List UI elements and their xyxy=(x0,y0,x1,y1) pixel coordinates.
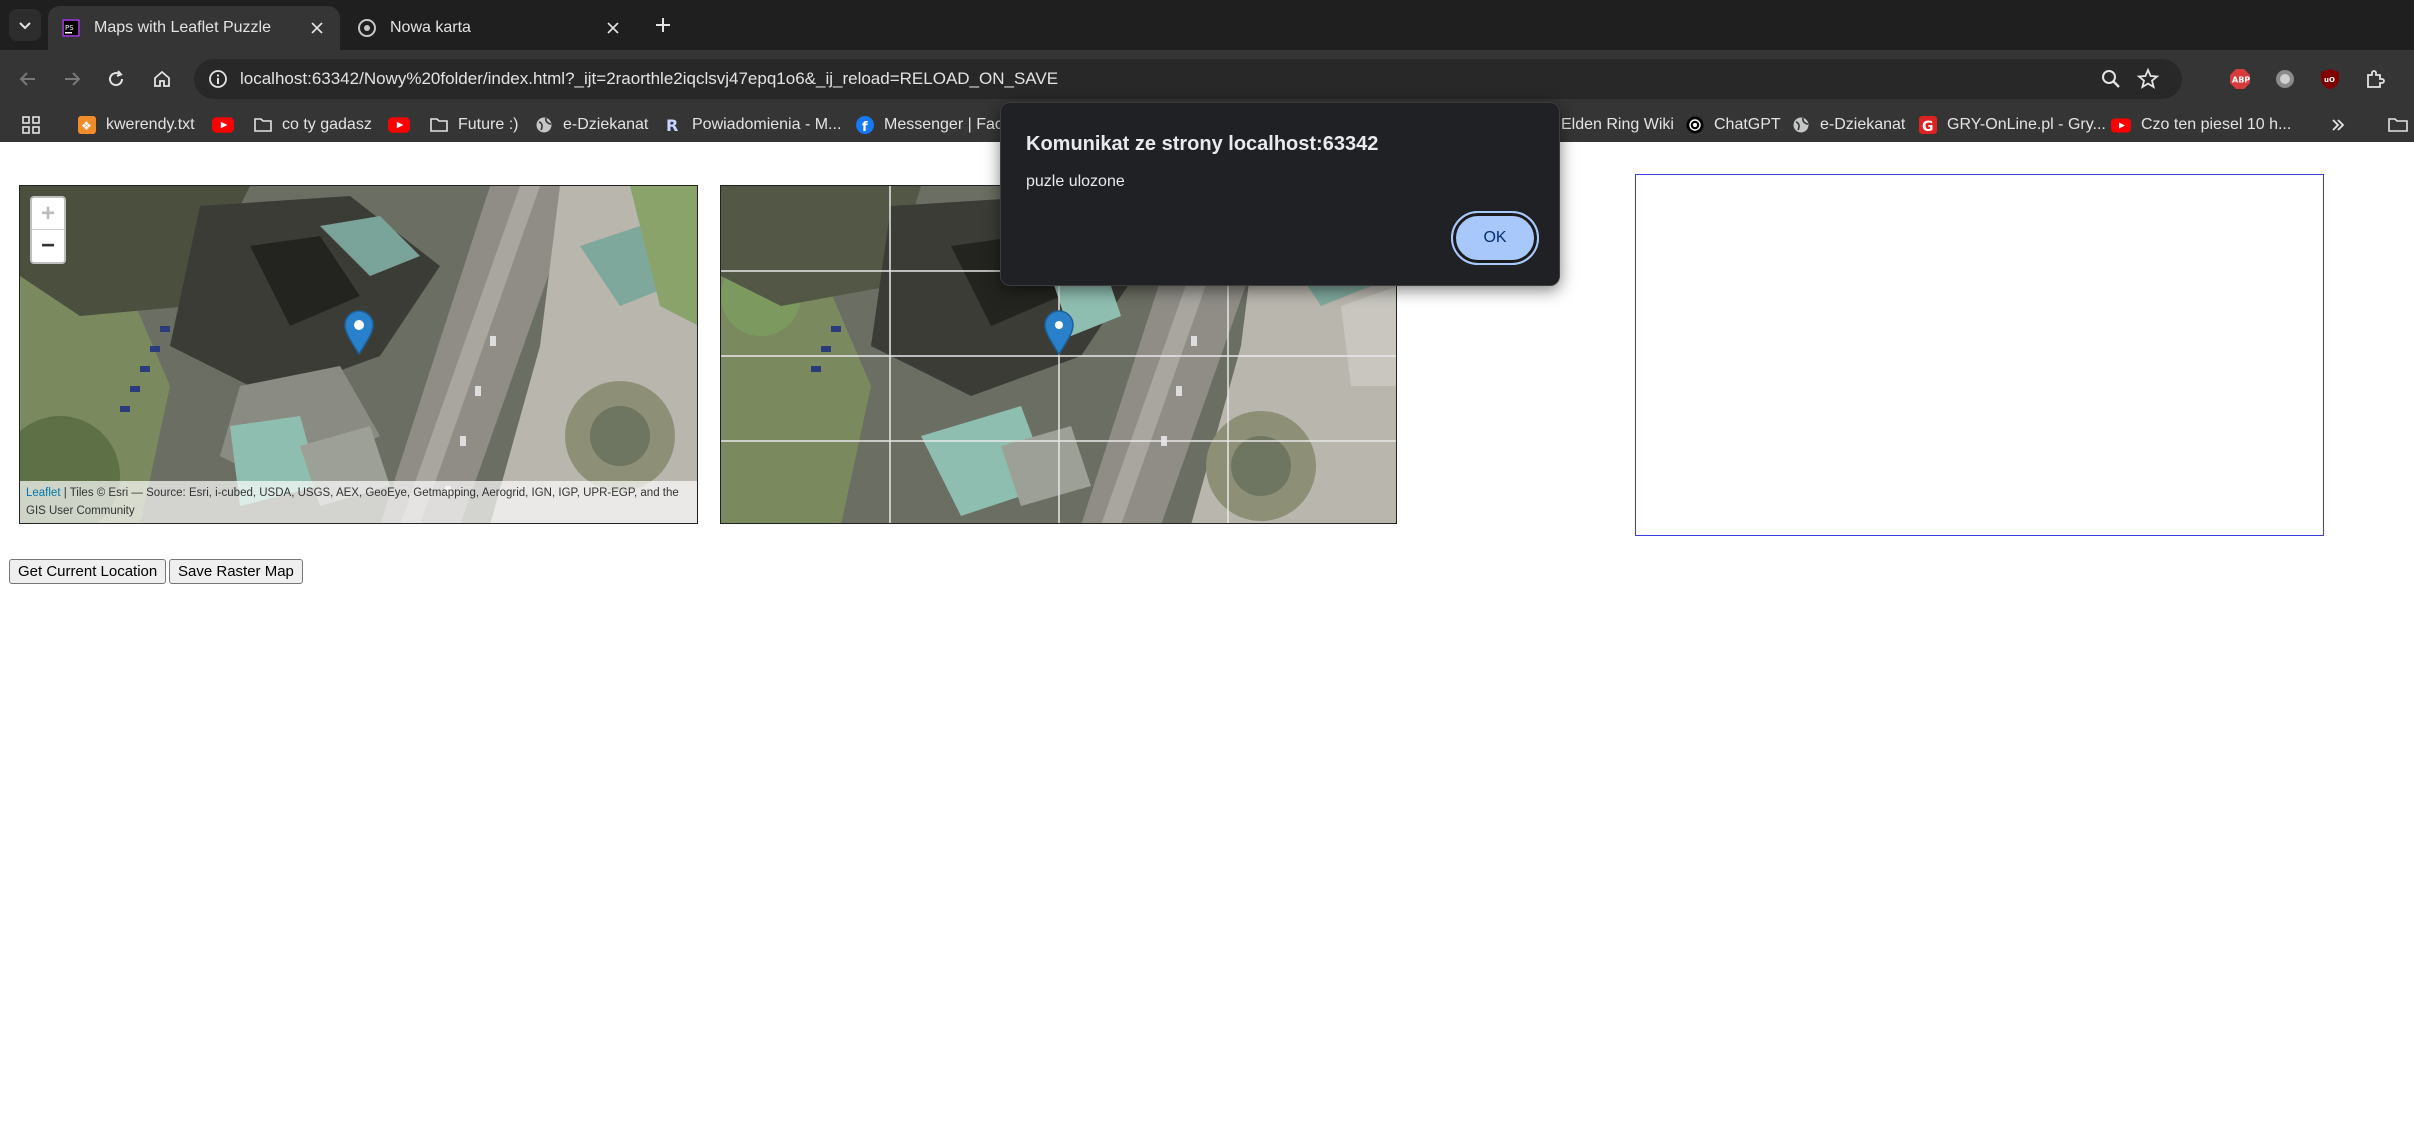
zoom-out-button[interactable]: − xyxy=(32,230,64,262)
bookmark-item[interactable]: e-Dziekanat xyxy=(1792,114,1905,136)
facebook-icon: f xyxy=(856,116,874,134)
dialog-message: puzle ulozone xyxy=(1026,173,1125,190)
leaflet-link[interactable]: Leaflet xyxy=(26,487,61,499)
more-bookmarks-button[interactable] xyxy=(2330,114,2346,136)
bookmark-item[interactable]: f Messenger | Facel xyxy=(856,114,1015,136)
folder-icon xyxy=(254,118,272,132)
double-chevron-right-icon xyxy=(2332,119,2345,131)
bookmark-item[interactable]: ❖ kwerendy.txt xyxy=(78,114,195,136)
extension-circle-icon[interactable] xyxy=(2273,67,2297,91)
tab-strip: PS Maps with Leaflet Puzzle Nowa karta xyxy=(0,0,2414,50)
youtube-icon xyxy=(2111,118,2131,132)
zoom-icon[interactable] xyxy=(2100,68,2122,90)
bookmark-folder[interactable]: co ty gadasz xyxy=(254,114,372,136)
zoom-control: + − xyxy=(30,196,66,264)
map-marker-icon[interactable] xyxy=(343,310,375,356)
forward-button[interactable] xyxy=(58,65,86,93)
home-button[interactable] xyxy=(148,65,176,93)
tab-new-tab[interactable]: Nowa karta xyxy=(344,6,636,50)
page-content: + − Leaflet | Tiles © Esri — Source: Esr… xyxy=(0,142,2414,1124)
bookmark-icon: ❖ xyxy=(78,116,96,134)
svg-text:G: G xyxy=(1922,119,1934,134)
bookmark-item[interactable]: G GRY-OnLine.pl - Gry... xyxy=(1919,114,2106,136)
url-text[interactable]: localhost:63342/Nowy%20folder/index.html… xyxy=(240,69,1058,89)
attribution-text: | Tiles © Esri — Source: Esri, i-cubed, … xyxy=(26,487,679,517)
ok-button[interactable]: OK xyxy=(1451,211,1539,265)
map-attribution: Leaflet | Tiles © Esri — Source: Esri, i… xyxy=(20,481,697,523)
globe-icon xyxy=(536,117,552,133)
tab-label: Maps with Leaflet Puzzle xyxy=(94,19,271,36)
bookmark-item[interactable]: ChatGPT xyxy=(1686,114,1781,136)
svg-text:❖: ❖ xyxy=(81,119,92,133)
apps-button[interactable] xyxy=(22,114,40,136)
bookmark-item[interactable] xyxy=(388,114,420,136)
svg-text:R: R xyxy=(666,116,678,134)
tab-search-button[interactable] xyxy=(9,9,41,41)
home-icon xyxy=(154,70,170,87)
close-tab-icon[interactable] xyxy=(308,19,326,37)
youtube-icon xyxy=(388,117,410,133)
bookmark-folder[interactable]: Future :) xyxy=(430,114,518,136)
site-info-icon[interactable] xyxy=(208,69,228,89)
svg-text:uO: uO xyxy=(2324,76,2335,84)
phpstorm-icon: PS xyxy=(62,19,80,37)
get-current-location-button[interactable]: Get Current Location xyxy=(9,559,167,584)
all-bookmarks-folder[interactable] xyxy=(2388,114,2408,136)
ublock-origin-icon[interactable]: uO xyxy=(2318,67,2342,91)
folder-icon xyxy=(2388,118,2408,132)
r-icon: R xyxy=(666,116,678,134)
plus-icon xyxy=(656,18,670,32)
zoom-in-button[interactable]: + xyxy=(32,198,64,230)
bookmark-item[interactable]: Czo ten piesel 10 h... xyxy=(2111,114,2291,136)
bookmark-item[interactable]: e-Dziekanat xyxy=(535,114,648,136)
back-button[interactable] xyxy=(14,65,42,93)
close-tab-icon[interactable] xyxy=(604,19,622,37)
arrow-left-icon xyxy=(19,72,35,86)
svg-text:PS: PS xyxy=(65,24,74,32)
leaflet-map[interactable]: + − Leaflet | Tiles © Esri — Source: Esr… xyxy=(19,185,698,524)
chrome-icon xyxy=(358,19,376,37)
new-tab-button[interactable] xyxy=(650,12,676,38)
reload-button[interactable] xyxy=(102,65,130,93)
bookmark-item[interactable] xyxy=(212,114,244,136)
reload-icon xyxy=(109,70,124,87)
extensions-puzzle-icon[interactable] xyxy=(2363,67,2387,91)
map-marker-icon xyxy=(1044,310,1074,356)
youtube-icon xyxy=(212,117,234,133)
bookmark-star-icon[interactable] xyxy=(2136,67,2160,91)
svg-text:ABP: ABP xyxy=(2232,76,2250,85)
address-bar[interactable]: localhost:63342/Nowy%20folder/index.html… xyxy=(194,59,2182,99)
chevron-down-icon xyxy=(19,22,31,30)
globe-icon xyxy=(1793,117,1809,133)
arrow-right-icon xyxy=(65,72,81,86)
apps-grid-icon xyxy=(22,116,40,134)
svg-text:f: f xyxy=(862,120,868,134)
tab-maps-puzzle[interactable]: PS Maps with Leaflet Puzzle xyxy=(48,6,340,50)
save-raster-map-button[interactable]: Save Raster Map xyxy=(169,559,303,584)
bookmark-item[interactable]: Elden Ring Wiki xyxy=(1561,114,1674,136)
tab-label: Nowa karta xyxy=(390,19,471,36)
gry-online-icon: G xyxy=(1919,116,1937,134)
browser-toolbar: localhost:63342/Nowy%20folder/index.html… xyxy=(0,50,2414,108)
adblock-plus-icon[interactable]: ABP xyxy=(2228,67,2252,91)
bookmark-item[interactable]: R Powiadomienia - M... xyxy=(664,114,841,136)
folder-icon xyxy=(430,118,448,132)
chatgpt-icon xyxy=(1686,116,1704,134)
dialog-title: Komunikat ze strony localhost:63342 xyxy=(1026,133,1379,155)
puzzle-canvas[interactable] xyxy=(1635,174,2324,536)
alert-dialog: Komunikat ze strony localhost:63342 puzl… xyxy=(1000,102,1560,286)
